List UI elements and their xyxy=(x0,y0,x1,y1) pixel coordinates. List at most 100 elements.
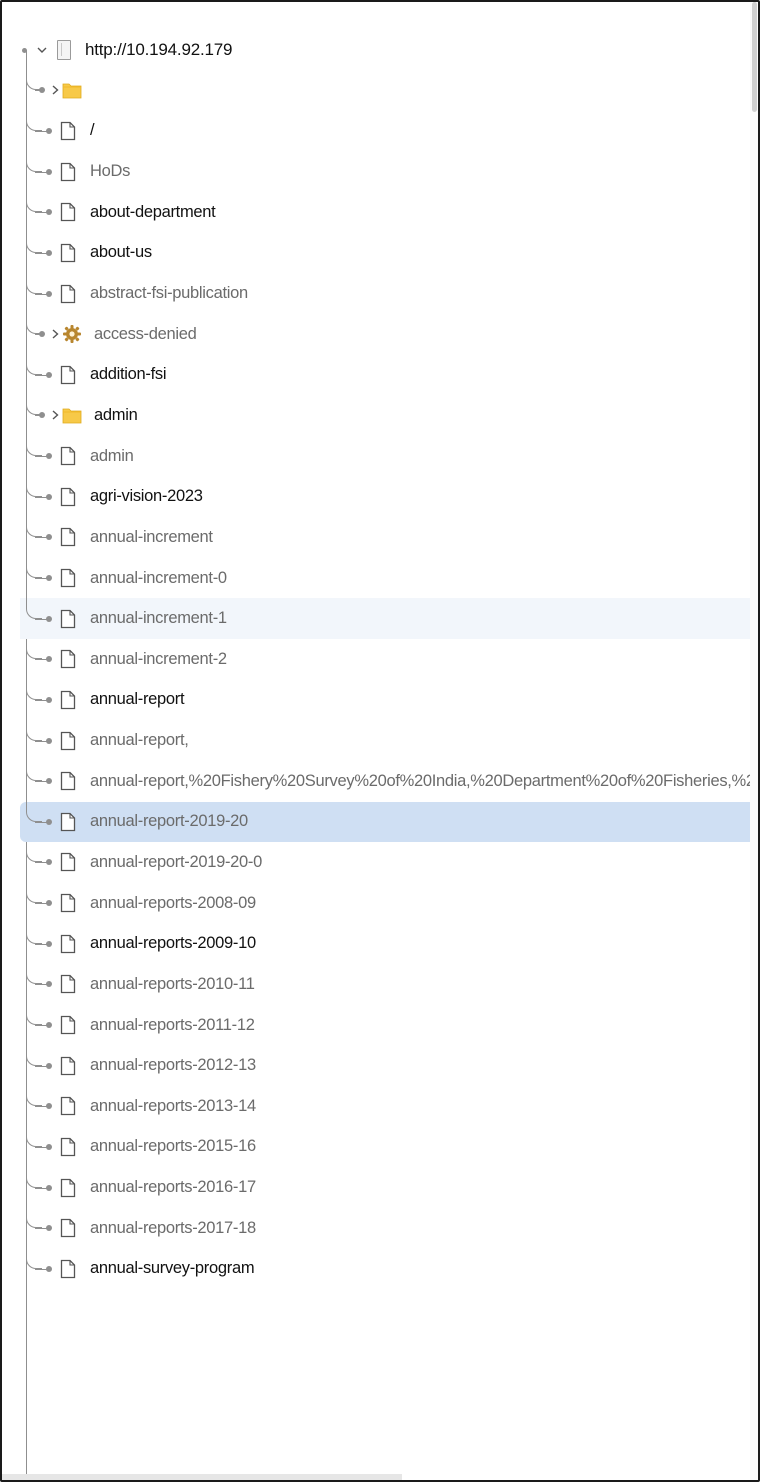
tree-item-content: annual-reports-2013-14 xyxy=(2,1086,256,1127)
file-icon xyxy=(58,201,78,223)
tree-connector xyxy=(2,638,52,680)
connector-dot xyxy=(46,1022,52,1029)
tree-item[interactable]: annual-survey-program xyxy=(2,1248,758,1290)
tree-item[interactable]: annual-reports-2016-17 xyxy=(2,1167,758,1208)
file-icon xyxy=(58,567,78,589)
tree-connector xyxy=(2,760,52,802)
tree-connector xyxy=(2,598,52,639)
tree-item-content: annual-reports-2008-09 xyxy=(2,882,256,924)
tree-item-label: annual-report,%20Fishery%20Survey%20of%2… xyxy=(90,771,760,790)
tree-item[interactable]: annual-reports-2013-14 xyxy=(2,1086,758,1127)
tree-item-content: addition-fsi xyxy=(2,354,167,395)
tree-item[interactable]: / xyxy=(2,110,758,152)
tree-item-content: agri-vision-2023 xyxy=(2,476,203,517)
vertical-scrollbar[interactable] xyxy=(750,2,758,1480)
tree-item-label: HoDs xyxy=(90,162,131,181)
tree-item[interactable]: annual-report,%20Fishery%20Survey%20of%2… xyxy=(2,760,760,802)
tree-connector xyxy=(2,313,52,355)
tree-item-label: admin xyxy=(94,405,138,424)
tree-item[interactable] xyxy=(2,70,758,111)
tree-item-label: about-department xyxy=(90,202,216,221)
tree-item[interactable]: about-us xyxy=(2,232,758,274)
root-connector-dot xyxy=(22,47,27,53)
tree-item[interactable]: annual-reports-2008-09 xyxy=(2,882,758,924)
tree-item-label: addition-fsi xyxy=(90,365,167,384)
tree-item[interactable]: abstract-fsi-publication xyxy=(2,273,758,314)
connector-curve xyxy=(26,476,42,497)
connector-dot xyxy=(46,371,52,378)
tree-item[interactable]: annual-increment-1 xyxy=(20,598,758,639)
tree-item[interactable]: annual-increment xyxy=(2,517,758,558)
connector-dot xyxy=(46,127,52,134)
tree-item[interactable]: admin xyxy=(2,435,758,477)
tree-item[interactable]: annual-report-2019-20 xyxy=(20,801,758,843)
tree-item[interactable]: annual-increment-2 xyxy=(2,638,758,680)
tree-item[interactable]: annual-report xyxy=(2,679,758,721)
connector-curve xyxy=(26,760,42,782)
tree-item-content: / xyxy=(2,110,95,152)
connector-curve xyxy=(26,191,42,213)
tree-item-label: about-us xyxy=(90,243,152,262)
tree-connector xyxy=(2,110,52,152)
tree-item-label: agri-vision-2023 xyxy=(90,487,203,506)
tree-item[interactable]: agri-vision-2023 xyxy=(2,476,758,517)
tree-item[interactable]: annual-reports-2017-18 xyxy=(2,1207,758,1249)
tree-connector xyxy=(2,842,52,883)
tree-item[interactable]: HoDs xyxy=(2,151,758,192)
tree-item-content: annual-increment-0 xyxy=(2,557,227,599)
connector-dot xyxy=(46,575,52,581)
tree-item[interactable]: admin xyxy=(2,395,758,436)
tree-item-content: annual-report,%20Fishery%20Survey%20of%2… xyxy=(2,760,760,802)
connector-curve xyxy=(26,1248,42,1269)
connector-dot xyxy=(46,168,52,175)
tree-item-label: annual-reports-2013-14 xyxy=(90,1096,256,1115)
folder-icon xyxy=(62,79,82,101)
connector-dot xyxy=(46,778,52,785)
tree-item[interactable]: addition-fsi xyxy=(2,354,758,395)
connector-dot xyxy=(46,249,52,256)
tree-connector xyxy=(2,1248,52,1290)
file-icon xyxy=(58,933,78,955)
file-icon xyxy=(58,851,78,873)
tree-item-content: annual-reports-2010-11 xyxy=(2,964,255,1005)
tree-connector xyxy=(2,232,52,274)
connector-curve xyxy=(26,679,42,700)
tree-item-label: annual-reports-2016-17 xyxy=(90,1178,256,1197)
tree-item[interactable]: annual-reports-2012-13 xyxy=(2,1045,758,1086)
file-icon xyxy=(58,1217,78,1239)
connector-dot xyxy=(46,493,52,500)
horizontal-scrollbar[interactable] xyxy=(2,1474,402,1480)
tree-connector xyxy=(2,1004,52,1046)
tree-item-content: annual-report-2019-20 xyxy=(2,801,248,843)
tree-item[interactable]: access-denied xyxy=(2,313,758,355)
tree-item[interactable]: annual-reports-2009-10 xyxy=(2,923,758,964)
file-icon xyxy=(58,283,78,305)
tree-connector xyxy=(2,1207,52,1249)
connector-curve xyxy=(26,720,42,741)
tree-item-label: annual-increment-2 xyxy=(90,649,227,668)
tree-root-node[interactable]: http://10.194.92.179 xyxy=(22,30,232,70)
tree-item-content xyxy=(2,70,94,111)
connector-dot xyxy=(46,818,52,825)
tree-item[interactable]: annual-reports-2010-11 xyxy=(2,964,758,1005)
connector-dot xyxy=(46,737,52,744)
server-icon xyxy=(57,40,71,60)
tree-item[interactable]: annual-increment-0 xyxy=(2,557,758,599)
tree-item[interactable]: annual-report, xyxy=(2,720,758,761)
tree-connector xyxy=(2,1126,52,1168)
tree-item-content: annual-survey-program xyxy=(2,1248,255,1290)
tree-item-content: annual-reports-2011-12 xyxy=(2,1004,255,1046)
vertical-scrollbar-thumb[interactable] xyxy=(752,2,757,112)
connector-dot xyxy=(46,696,52,703)
tree-item[interactable]: annual-reports-2011-12 xyxy=(2,1004,758,1046)
file-icon xyxy=(58,1055,78,1077)
connector-curve xyxy=(26,1045,42,1066)
tree-item[interactable]: annual-reports-2015-16 xyxy=(2,1126,758,1168)
tree-item[interactable]: annual-report-2019-20-0 xyxy=(2,842,758,883)
tree-item-label: / xyxy=(90,121,95,140)
file-icon xyxy=(58,1014,78,1036)
chevron-down-icon[interactable] xyxy=(35,43,49,57)
tree-item-content: annual-reports-2016-17 xyxy=(2,1167,256,1208)
tree-connector xyxy=(2,191,52,233)
tree-item[interactable]: about-department xyxy=(2,191,758,233)
